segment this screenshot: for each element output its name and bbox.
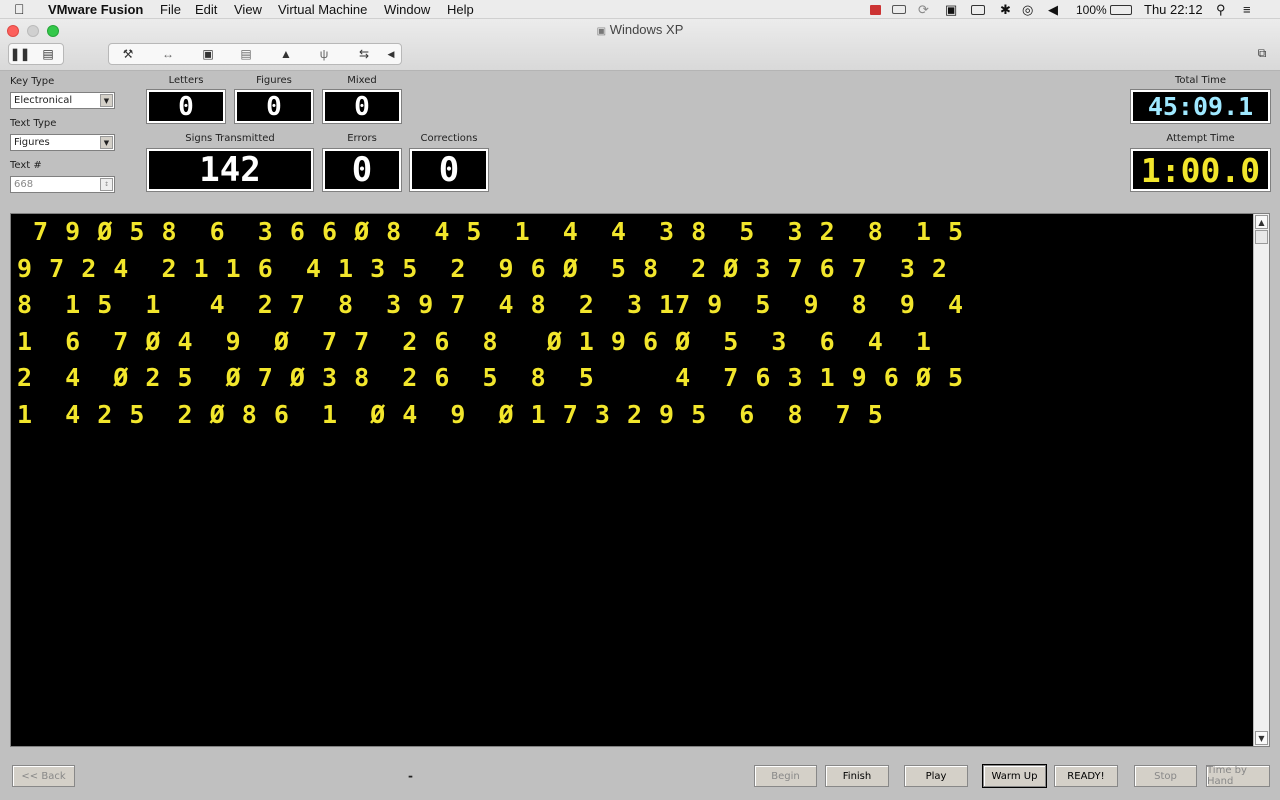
text-line-5: 2 4 Ø 2 5 Ø 7 Ø 3 8 2 6 5 8 5 4 7 6 3 1 … [17,363,965,392]
menu-view[interactable]: View [234,2,262,17]
menu-window[interactable]: Window [384,2,430,17]
sound-icon[interactable]: ▲ [269,44,303,64]
text-line-2: 9 7 2 4 2 1 1 6 4 1 3 5 2 9 6 Ø 5 8 2 Ø … [17,254,948,283]
macos-menubar:  VMware Fusion File Edit View Virtual M… [0,0,1280,19]
window-doc-icon: ▣ [596,26,607,37]
stop-button[interactable]: Stop [1134,765,1197,787]
flag-icon[interactable] [870,5,881,15]
window-title: ▣ Windows XP [0,22,1280,37]
mixed-label: Mixed [347,75,377,86]
binoculars-icon[interactable]: ▣ [945,2,957,18]
pause-icon[interactable]: ❚❚ [9,44,31,64]
back-button[interactable]: << Back [12,765,75,787]
toolbar-collapse-icon[interactable]: ◀ [381,44,401,64]
menu-app-name[interactable]: VMware Fusion [48,2,143,17]
corrections-counter: 0 [409,148,489,192]
volume-icon[interactable]: ◀ [1048,2,1058,18]
time-by-hand-button[interactable]: Time by Hand [1206,765,1270,787]
fullscreen-icon[interactable]: ⧉ [1252,43,1272,65]
bluetooth-icon[interactable]: ✱ [1000,2,1011,18]
warm-up-button[interactable]: Warm Up [982,764,1047,788]
total-time-display: 45:09.1 [1130,89,1271,124]
text-type-label: Text Type [10,118,57,129]
morse-trainer-app: Key Type Electronical ▼ Text Type Figure… [0,71,1280,800]
errors-label: Errors [347,133,377,144]
mixed-counter: 0 [322,89,402,124]
wifi-icon[interactable]: ◎ [1022,2,1033,18]
menu-file[interactable]: File [160,2,181,17]
text-line-1: 7 9 Ø 5 8 6 3 6 6 Ø 8 4 5 1 4 4 3 8 5 3 … [17,217,965,246]
network-arrows-icon[interactable]: ↔ [151,44,185,64]
letters-label: Letters [168,75,204,86]
transmitted-text-area[interactable]: 7 9 Ø 5 8 6 3 6 6 Ø 8 4 5 1 4 4 3 8 5 3 … [10,213,1270,747]
text-line-4: 1 6 7 Ø 4 9 Ø 7 7 2 6 8 Ø 1 9 6 Ø 5 3 6 … [17,327,932,356]
ready-button[interactable]: READY! [1054,765,1118,787]
vm-window-titlebar: ▣ Windows XP ❚❚ ▤ ⚒ ↔ ▣ ▤ ▲ ψ ⇆ ◀ ⧉ [0,19,1280,71]
settings-wrench-icon[interactable]: ⚒ [111,44,145,64]
key-type-value: Electronical [14,95,73,106]
disk-icon[interactable]: ▣ [191,44,225,64]
finish-button[interactable]: Finish [825,765,889,787]
text-number-value: 668 [14,179,34,190]
snapshot-icon[interactable]: ▤ [37,44,59,64]
total-time-label: Total Time [1174,75,1226,86]
figures-label: Figures [256,75,292,86]
unity-icon[interactable]: ⇆ [347,44,381,64]
figures-counter: 0 [234,89,314,124]
vm-control-group: ❚❚ ▤ [8,43,64,65]
letters-counter: 0 [146,89,226,124]
attempt-time-display: 1:00.0 [1130,148,1271,192]
menubar-clock[interactable]: Thu 22:12 [1144,2,1203,17]
usb-icon[interactable]: ψ [307,44,341,64]
memory-icon[interactable] [971,5,985,15]
chevron-down-icon[interactable]: ▼ [100,94,113,107]
chevron-down-icon[interactable]: ▼ [100,136,113,149]
key-type-label: Key Type [10,76,55,87]
printer-icon[interactable]: ▤ [229,44,263,64]
text-line-3: 8 1 5 1 4 2 7 8 3 9 7 4 8 2 3 17 9 5 9 8… [17,290,965,319]
vertical-scrollbar[interactable]: ▲ ▼ [1253,214,1269,746]
play-button[interactable]: Play [904,765,968,787]
scroll-thumb[interactable] [1255,230,1268,244]
window-title-text: Windows XP [609,22,684,37]
menu-virtual-machine[interactable]: Virtual Machine [278,2,367,17]
signs-transmitted-label: Signs Transmitted [185,133,275,144]
text-number-label: Text # [10,160,42,171]
vmware-tray-icon[interactable] [892,5,906,14]
menu-edit[interactable]: Edit [195,2,217,17]
apple-menu-icon[interactable]:  [14,1,25,17]
text-line-6: 1 4 2 5 2 Ø 8 6 1 Ø 4 9 Ø 1 7 3 2 9 5 6 … [17,400,884,429]
spotlight-icon[interactable]: ⚲ [1216,2,1226,18]
status-text: - [408,769,413,783]
begin-button[interactable]: Begin [754,765,817,787]
notification-center-icon[interactable]: ≡ [1243,2,1251,17]
battery-icon[interactable] [1110,5,1132,15]
spinner-arrows-icon[interactable]: ↕ [100,178,113,191]
text-type-value: Figures [14,137,50,148]
attempt-time-label: Attempt Time [1166,133,1235,144]
signs-transmitted-counter: 142 [146,148,314,192]
scroll-down-icon[interactable]: ▼ [1255,731,1268,745]
text-number-stepper[interactable]: 668 ↕ [10,176,115,193]
sync-icon[interactable]: ⟳ [918,2,929,18]
errors-counter: 0 [322,148,402,192]
battery-percent: 100% [1076,3,1107,17]
corrections-label: Corrections [420,133,478,144]
menu-help[interactable]: Help [447,2,474,17]
scroll-up-icon[interactable]: ▲ [1255,215,1268,229]
vm-toolbar: ⚒ ↔ ▣ ▤ ▲ ψ ⇆ ◀ [108,43,402,65]
text-type-dropdown[interactable]: Figures ▼ [10,134,115,151]
key-type-dropdown[interactable]: Electronical ▼ [10,92,115,109]
